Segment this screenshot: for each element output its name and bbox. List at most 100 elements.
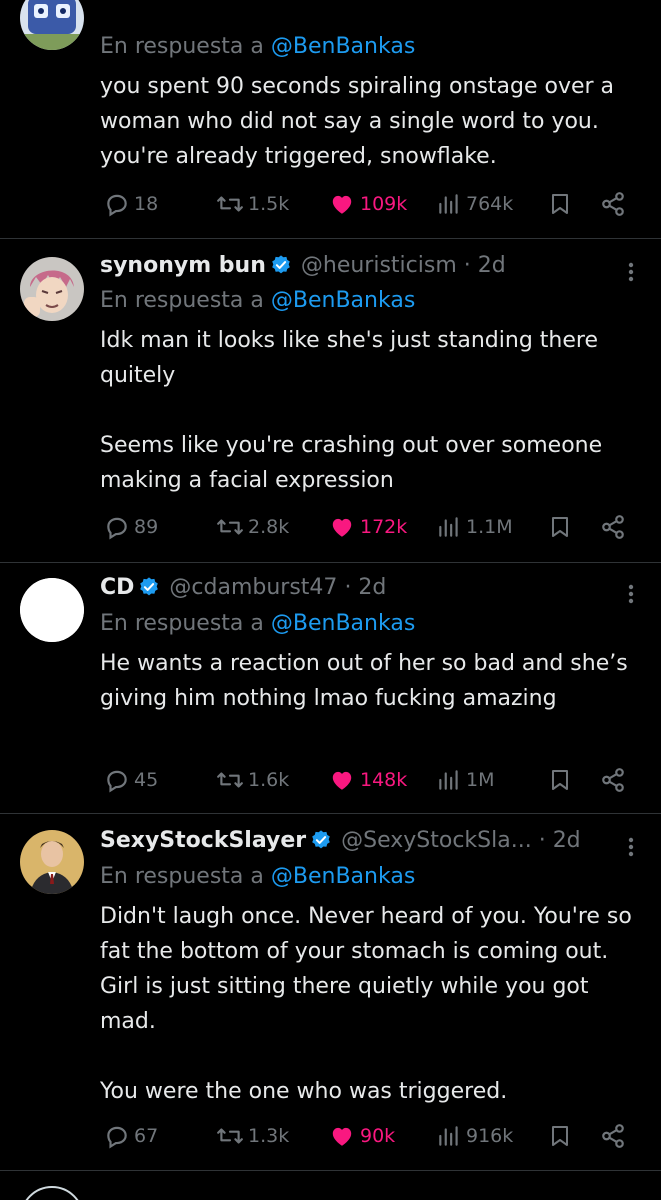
blue-robot-avatar-icon [20,0,84,50]
share-button[interactable] [600,511,630,543]
reply-prefix: En respuesta a [100,611,271,636]
bookmark-icon [552,194,568,214]
views-count: 764k [466,193,514,215]
reply-icon [107,517,127,540]
display-name[interactable]: CD [100,575,134,600]
reply-count: 67 [134,1125,159,1147]
display-name[interactable]: synonym bun [100,253,266,278]
views-count: 916k [466,1125,514,1147]
next-tweet-avatar-partial[interactable] [20,1186,84,1200]
timestamp[interactable]: · 2d [464,253,506,278]
reply-icon [107,1126,127,1149]
repost-icon [217,772,243,788]
repost-count: 1.3k [248,1125,290,1147]
bookmark-button[interactable] [548,764,576,796]
tweet-actions: 89 2.8k 172k 1.1M [100,511,640,543]
like-button[interactable]: 109k [328,188,407,220]
repost-button[interactable]: 1.5k [216,188,289,220]
share-button[interactable] [600,188,630,220]
verified-badge-icon [140,577,159,596]
tweet-text: Didn't laugh once. Never heard of you. Y… [100,904,632,1104]
views-chart-icon [439,1126,458,1146]
avatar[interactable] [20,830,84,894]
bookmark-button[interactable] [548,1120,576,1152]
avatar[interactable] [20,578,84,642]
bookmark-icon [552,517,568,537]
reply-prefix: En respuesta a [100,288,271,313]
heart-filled-icon [332,518,352,537]
views-count: 1.1M [466,516,513,538]
tweet-actions: 67 1.3k 90k 916k [100,1120,640,1152]
tweet-text: Idk man it looks like she's just standin… [100,328,603,493]
reply-prefix: En respuesta a [100,864,271,889]
share-icon [602,515,624,539]
views-button[interactable]: 1M [436,764,494,796]
tweet-reply[interactable]: CD @cdamburst47 · 2d En respuesta a @Ben… [0,563,661,813]
tweet-header: SexyStockSlayer @SexyStockSla... · 2d [100,826,581,856]
reply-mention-link[interactable]: @BenBankas [271,611,415,636]
tweet-reply[interactable]: synonym bun @heuristicism · 2d En respue… [0,239,661,562]
reply-button[interactable]: 67 [104,1120,158,1152]
tweet-reply[interactable]: SexyStockSlayer @SexyStockSla... · 2d En… [0,814,661,1170]
bookmark-button[interactable] [548,188,576,220]
reply-button[interactable]: 18 [104,188,158,220]
tweet-reply[interactable]: En respuesta a @BenBankas you spent 90 s… [0,0,661,240]
reply-mention-link[interactable]: @BenBankas [271,288,415,313]
share-icon [602,192,624,216]
like-count: 109k [360,193,408,215]
share-icon [602,1124,624,1148]
repost-button[interactable]: 2.8k [216,511,289,543]
reply-mention-link[interactable]: @BenBankas [271,34,415,59]
more-options-icon[interactable] [621,579,641,609]
tweet-header: CD @cdamburst47 · 2d [100,573,386,603]
heart-filled-icon [332,771,352,790]
views-chart-icon [439,194,458,214]
reply-mention-link[interactable]: @BenBankas [271,864,415,889]
reply-count: 18 [134,193,159,215]
tweet-divider [0,1170,661,1171]
handle[interactable]: @SexyStockSla... [341,828,532,853]
verified-badge-icon [312,830,330,849]
man-in-suit-avatar-icon [20,830,84,894]
views-chart-icon [439,770,458,790]
heart-filled-icon [332,1127,352,1146]
repost-button[interactable]: 1.3k [216,1120,289,1152]
views-chart-icon [439,517,458,537]
tweet-text: you spent 90 seconds spiraling onstage o… [100,74,622,169]
repost-button[interactable]: 1.6k [216,764,289,796]
white-circle-avatar-icon [20,578,84,642]
reply-context: En respuesta a @BenBankas [100,32,415,62]
reply-context: En respuesta a @BenBankas [100,609,415,639]
views-button[interactable]: 916k [436,1120,513,1152]
views-count: 1M [466,769,495,791]
anime-character-avatar-icon [20,257,84,321]
like-button[interactable]: 90k [328,1120,395,1152]
handle[interactable]: @cdamburst47 [169,575,337,600]
views-button[interactable]: 1.1M [436,511,513,543]
tweet-actions: 18 1.5k 109k 764k [100,188,640,220]
like-button[interactable]: 172k [328,511,407,543]
like-button[interactable]: 148k [328,764,407,796]
reply-button[interactable]: 45 [104,764,158,796]
share-button[interactable] [600,1120,630,1152]
repost-icon [217,1128,243,1144]
reply-icon [107,770,127,793]
avatar[interactable] [20,0,84,50]
views-button[interactable]: 764k [436,188,513,220]
avatar[interactable] [20,257,84,321]
timestamp[interactable]: · 2d [539,828,581,853]
reply-context: En respuesta a @BenBankas [100,862,415,892]
repost-icon [217,519,243,535]
more-options-icon[interactable] [621,257,641,287]
more-options-icon[interactable] [621,832,641,862]
display-name[interactable]: SexyStockSlayer [100,828,306,853]
like-count: 172k [360,516,408,538]
reply-button[interactable]: 89 [104,511,158,543]
share-button[interactable] [600,764,630,796]
share-icon [602,768,624,792]
tweet-actions: 45 1.6k 148k 1M [100,764,640,796]
timestamp[interactable]: · 2d [344,575,386,600]
repost-count: 1.5k [248,193,290,215]
handle[interactable]: @heuristicism [301,253,457,278]
bookmark-button[interactable] [548,511,576,543]
